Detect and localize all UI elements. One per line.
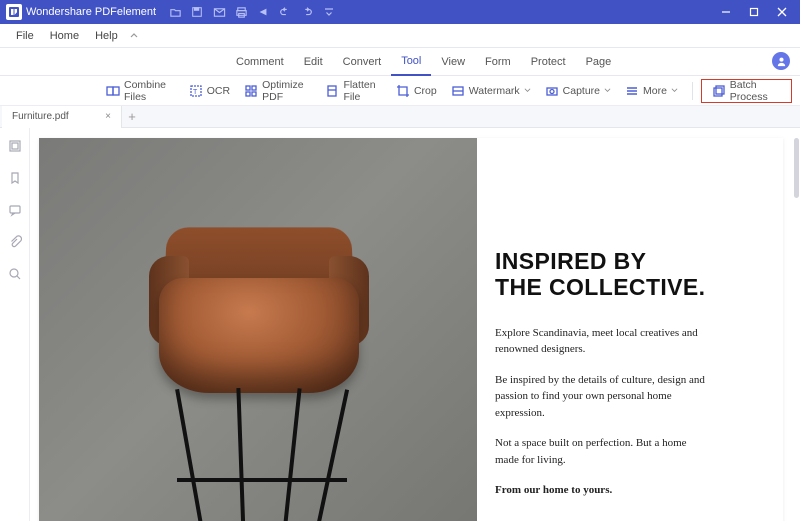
page-image (39, 138, 477, 521)
more-icon (625, 84, 639, 98)
more-button[interactable]: More (619, 79, 684, 103)
share-icon[interactable] (252, 2, 274, 22)
title-bar: Wondershare PDFelement (0, 0, 800, 24)
ribbon-tabs: Comment Edit Convert Tool View Form Prot… (0, 48, 800, 76)
tab-tool[interactable]: Tool (391, 48, 431, 76)
ocr-button[interactable]: T OCR (183, 79, 236, 103)
document-tab[interactable]: Furniture.pdf × (2, 106, 122, 128)
paragraph-2: Be inspired by the details of culture, d… (495, 372, 705, 422)
close-button[interactable] (768, 1, 796, 23)
pdf-page: INSPIRED BY THE COLLECTIVE. Explore Scan… (39, 138, 783, 521)
tab-comment[interactable]: Comment (226, 48, 294, 76)
collapse-menu-icon[interactable] (126, 31, 142, 41)
toolbar: Combine Files T OCR Optimize PDF Flatten… (0, 76, 800, 106)
thumbnails-icon[interactable] (7, 138, 23, 154)
capture-button[interactable]: Capture (539, 79, 617, 103)
paragraph-1: Explore Scandinavia, meet local creative… (495, 325, 705, 358)
batch-process-button[interactable]: Batch Process (701, 79, 792, 103)
menu-help[interactable]: Help (87, 24, 126, 48)
crop-button[interactable]: Crop (390, 79, 443, 103)
heading-line2: THE COLLECTIVE. (495, 274, 705, 300)
watermark-button[interactable]: Watermark (445, 79, 537, 103)
undo-icon[interactable] (274, 2, 296, 22)
chevron-down-icon (671, 87, 678, 94)
combine-files-button[interactable]: Combine Files (100, 79, 181, 103)
page-heading: INSPIRED BY THE COLLECTIVE. (495, 248, 757, 301)
optimize-label: Optimize PDF (262, 79, 311, 103)
side-panel (0, 128, 30, 521)
annotations-icon[interactable] (7, 202, 23, 218)
tab-form[interactable]: Form (475, 48, 521, 76)
menu-home[interactable]: Home (42, 24, 87, 48)
chevron-down-icon (604, 87, 611, 94)
app-logo-icon (6, 4, 22, 20)
search-icon[interactable] (7, 266, 23, 282)
minimize-button[interactable] (712, 1, 740, 23)
menu-bar: File Home Help (0, 24, 800, 48)
flatten-file-button[interactable]: Flatten File (319, 79, 388, 103)
vertical-scrollbar[interactable] (792, 128, 800, 521)
user-avatar-icon[interactable] (772, 52, 790, 70)
combine-label: Combine Files (124, 79, 175, 103)
paragraph-4: From our home to yours. (495, 482, 705, 499)
watermark-label: Watermark (469, 85, 520, 97)
tab-view[interactable]: View (431, 48, 475, 76)
bookmarks-icon[interactable] (7, 170, 23, 186)
attachments-icon[interactable] (7, 234, 23, 250)
paragraph-3: Not a space built on perfection. But a h… (495, 435, 705, 468)
tab-edit[interactable]: Edit (294, 48, 333, 76)
document-tabs: Furniture.pdf × + (0, 106, 800, 128)
tab-close-icon[interactable]: × (105, 111, 111, 122)
tab-page[interactable]: Page (576, 48, 622, 76)
batch-icon (712, 84, 726, 98)
workspace: INSPIRED BY THE COLLECTIVE. Explore Scan… (0, 128, 800, 521)
menu-file[interactable]: File (8, 24, 42, 48)
app-title: Wondershare PDFelement (26, 6, 156, 18)
quick-access-dropdown-icon[interactable] (318, 2, 340, 22)
mail-icon[interactable] (208, 2, 230, 22)
crop-label: Crop (414, 85, 437, 97)
document-viewer[interactable]: INSPIRED BY THE COLLECTIVE. Explore Scan… (30, 128, 792, 521)
scrollbar-thumb[interactable] (794, 138, 799, 198)
crop-icon (396, 84, 410, 98)
capture-icon (545, 84, 559, 98)
print-icon[interactable] (230, 2, 252, 22)
tab-protect[interactable]: Protect (521, 48, 576, 76)
tab-convert[interactable]: Convert (333, 48, 392, 76)
open-icon[interactable] (164, 2, 186, 22)
chevron-down-icon (524, 87, 531, 94)
svg-text:T: T (193, 89, 198, 96)
new-tab-button[interactable]: + (122, 109, 142, 124)
redo-icon[interactable] (296, 2, 318, 22)
ocr-icon: T (189, 84, 203, 98)
heading-line1: INSPIRED BY (495, 248, 646, 274)
optimize-icon (244, 84, 258, 98)
document-tab-label: Furniture.pdf (12, 111, 69, 122)
more-label: More (643, 85, 667, 97)
batch-label: Batch Process (730, 79, 781, 103)
ocr-label: OCR (207, 85, 230, 97)
toolbar-separator (692, 82, 693, 100)
flatten-icon (325, 84, 339, 98)
optimize-pdf-button[interactable]: Optimize PDF (238, 79, 317, 103)
maximize-button[interactable] (740, 1, 768, 23)
capture-label: Capture (563, 85, 600, 97)
combine-icon (106, 84, 120, 98)
save-icon[interactable] (186, 2, 208, 22)
flatten-label: Flatten File (343, 79, 382, 103)
watermark-icon (451, 84, 465, 98)
chair-graphic (129, 198, 389, 518)
page-text: INSPIRED BY THE COLLECTIVE. Explore Scan… (477, 138, 783, 521)
